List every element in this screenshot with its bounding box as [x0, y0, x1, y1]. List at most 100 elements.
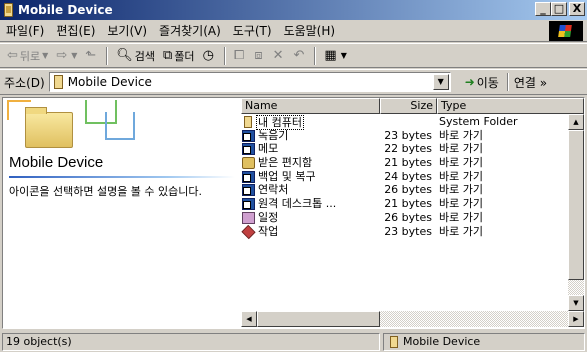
- delete-button[interactable]: ✕: [270, 45, 289, 67]
- file-size: 23 bytes: [384, 128, 432, 142]
- toolbar-separator: [314, 46, 317, 65]
- address-separator: [506, 73, 509, 91]
- up-folder-button[interactable]: ⬑: [82, 45, 101, 67]
- file-type: 바로 가기: [439, 142, 483, 156]
- list-item[interactable]: 연락처 26 bytes 바로 가기: [241, 183, 568, 197]
- shortcut-icon: [242, 170, 255, 183]
- maximize-button[interactable]: □: [551, 2, 567, 16]
- toolbar-separator: [223, 46, 226, 65]
- file-name: 받은 편지함: [258, 156, 313, 170]
- toolbar: ⇦ 뒤로 ▼ ⇨ ▼ ⬑ 🔍︎ 검색 ⧉ 폴더 ◷ ⧠ ⧈ ✕ ↶ ▦ ▼: [0, 43, 587, 68]
- search-icon: 🔍︎: [116, 48, 133, 63]
- inbox-icon: [242, 157, 255, 170]
- menu-favorites[interactable]: 즐겨찾기(A): [153, 20, 227, 42]
- close-button[interactable]: X: [569, 2, 585, 16]
- menu-tools[interactable]: 도구(T): [227, 20, 278, 42]
- file-name: 녹음기: [258, 128, 289, 142]
- file-type: 바로 가기: [439, 210, 483, 224]
- horizontal-scroll-thumb[interactable]: [257, 311, 380, 327]
- search-button[interactable]: 🔍︎ 검색: [113, 45, 158, 67]
- shortcut-icon: [242, 129, 255, 142]
- column-name[interactable]: Name: [241, 98, 380, 114]
- window-title: Mobile Device: [18, 3, 113, 17]
- address-input[interactable]: Mobile Device ▼: [48, 72, 451, 92]
- list-item[interactable]: 원격 데스크톱 ... 21 bytes 바로 가기: [241, 197, 568, 211]
- back-button[interactable]: ⇦ 뒤로 ▼: [4, 45, 51, 67]
- folder-icon: [25, 107, 73, 148]
- forward-button[interactable]: ⇨ ▼: [53, 45, 80, 67]
- status-location: Mobile Device: [383, 333, 585, 351]
- up-folder-icon: ⬑: [85, 48, 97, 63]
- shortcut-icon: [242, 184, 255, 197]
- address-label: 주소(D): [4, 75, 45, 90]
- file-name: 연락처: [258, 183, 289, 197]
- device-icon: [244, 116, 252, 128]
- menu-edit[interactable]: 편집(E): [50, 20, 101, 42]
- shortcut-icon: [242, 198, 255, 211]
- pane-title: Mobile Device: [9, 154, 104, 171]
- go-button[interactable]: ➜ 이동: [465, 74, 499, 91]
- dropdown-arrow-icon: ▼: [71, 51, 78, 60]
- device-icon: [390, 336, 398, 348]
- copy-to-button[interactable]: ⧈: [251, 45, 267, 67]
- dropdown-arrow-icon: ▼: [340, 51, 347, 60]
- file-name: 작업: [258, 224, 279, 238]
- list-item[interactable]: 내 컴퓨터 System Folder: [241, 115, 568, 130]
- status-object-count: 19 object(s): [2, 333, 380, 351]
- scroll-right-button[interactable]: ▶: [568, 311, 584, 327]
- go-arrow-icon: ➜: [464, 75, 475, 89]
- file-size: 21 bytes: [384, 197, 432, 211]
- pane-description: 아이콘을 선택하면 설명을 볼 수 있습니다.: [9, 185, 203, 198]
- windows-logo-icon: [549, 21, 583, 41]
- file-size: 26 bytes: [384, 183, 432, 197]
- list-item[interactable]: 작업 23 bytes 바로 가기: [241, 224, 568, 239]
- file-type: 바로 가기: [439, 169, 483, 183]
- list-item[interactable]: 백업 및 복구 24 bytes 바로 가기: [241, 170, 568, 184]
- list-item[interactable]: 메모 22 bytes 바로 가기: [241, 142, 568, 156]
- history-button[interactable]: ◷: [200, 45, 219, 67]
- file-size: 24 bytes: [384, 169, 432, 183]
- folders-label: 폴더: [174, 49, 195, 63]
- vertical-scrollbar[interactable]: ▲ ▼: [568, 114, 584, 311]
- title-bar[interactable]: Mobile Device _ □ X: [0, 0, 587, 20]
- minimize-button[interactable]: _: [535, 2, 551, 16]
- views-button[interactable]: ▦ ▼: [321, 45, 349, 67]
- menu-bar: 파일(F) 편집(E) 보기(V) 즐겨찾기(A) 도구(T) 도움말(H): [0, 20, 587, 42]
- folders-button[interactable]: ⧉ 폴더: [160, 45, 198, 67]
- scroll-up-button[interactable]: ▲: [568, 114, 584, 130]
- shortcut-icon: [242, 143, 255, 156]
- undo-button[interactable]: ↶: [291, 45, 310, 67]
- explorer-window: Mobile Device _ □ X 파일(F) 편집(E) 보기(V) 즐겨…: [0, 0, 587, 352]
- views-icon: ▦: [324, 48, 337, 63]
- scroll-down-button[interactable]: ▼: [568, 295, 584, 311]
- banner-decoration: [105, 112, 135, 140]
- delete-icon: ✕: [272, 48, 284, 63]
- file-name: 백업 및 복구: [258, 169, 316, 183]
- file-type: 바로 가기: [439, 197, 483, 211]
- column-size[interactable]: Size: [380, 98, 437, 114]
- go-label: 이동: [476, 75, 499, 90]
- scroll-thumb[interactable]: [568, 130, 584, 280]
- file-type: System Folder: [439, 115, 518, 128]
- move-to-button[interactable]: ⧠: [231, 45, 249, 67]
- menu-file[interactable]: 파일(F): [0, 20, 50, 42]
- file-size: 22 bytes: [384, 142, 432, 156]
- file-name: 원격 데스크톱 ...: [258, 197, 337, 211]
- list-item[interactable]: 일정 26 bytes 바로 가기: [241, 211, 568, 225]
- file-type: 바로 가기: [439, 224, 483, 238]
- history-icon: ◷: [202, 48, 214, 63]
- list-item[interactable]: 녹음기 23 bytes 바로 가기: [241, 129, 568, 143]
- menu-help[interactable]: 도움말(H): [278, 20, 342, 42]
- links-button[interactable]: 연결 »: [514, 74, 547, 91]
- toolbar-separator: [106, 46, 109, 65]
- file-name: 메모: [258, 142, 279, 156]
- horizontal-scrollbar[interactable]: ◀ ▶: [241, 311, 584, 327]
- address-value: Mobile Device: [67, 75, 152, 89]
- address-dropdown-button[interactable]: ▼: [432, 74, 449, 90]
- scroll-left-button[interactable]: ◀: [241, 311, 257, 327]
- column-type[interactable]: Type: [437, 98, 584, 114]
- list-item[interactable]: 받은 편지함 21 bytes 바로 가기: [241, 156, 568, 170]
- folder-banner: [3, 98, 239, 150]
- column-header: Name Size Type: [241, 98, 584, 114]
- menu-view[interactable]: 보기(V): [101, 20, 153, 42]
